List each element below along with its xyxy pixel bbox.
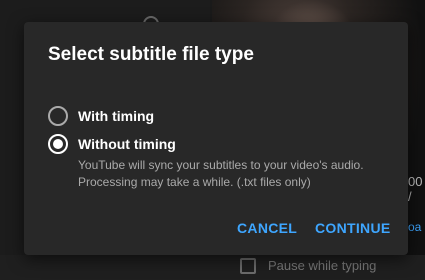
continue-button[interactable]: CONTINUE: [315, 220, 391, 236]
option-with-timing[interactable]: With timing: [48, 106, 154, 126]
option-with-timing-label: With timing: [78, 108, 155, 124]
radio-with-timing[interactable]: [48, 106, 68, 126]
background-time-text: 00 /: [408, 174, 423, 204]
dialog-title: Select subtitle file type: [48, 44, 254, 65]
subtitle-type-dialog: Select subtitle file type With timing Wi…: [24, 22, 408, 255]
pause-while-typing-label: Pause while typing: [268, 258, 377, 273]
option-without-timing[interactable]: Without timing: [48, 134, 176, 154]
option-without-timing-label: Without timing: [78, 136, 176, 152]
radio-without-timing[interactable]: [48, 134, 68, 154]
option-description: YouTube will sync your subtitles to your…: [78, 158, 364, 189]
cancel-button[interactable]: CANCEL: [237, 220, 297, 236]
pause-while-typing-checkbox[interactable]: [240, 258, 256, 274]
background-link-text: oa: [408, 220, 422, 234]
